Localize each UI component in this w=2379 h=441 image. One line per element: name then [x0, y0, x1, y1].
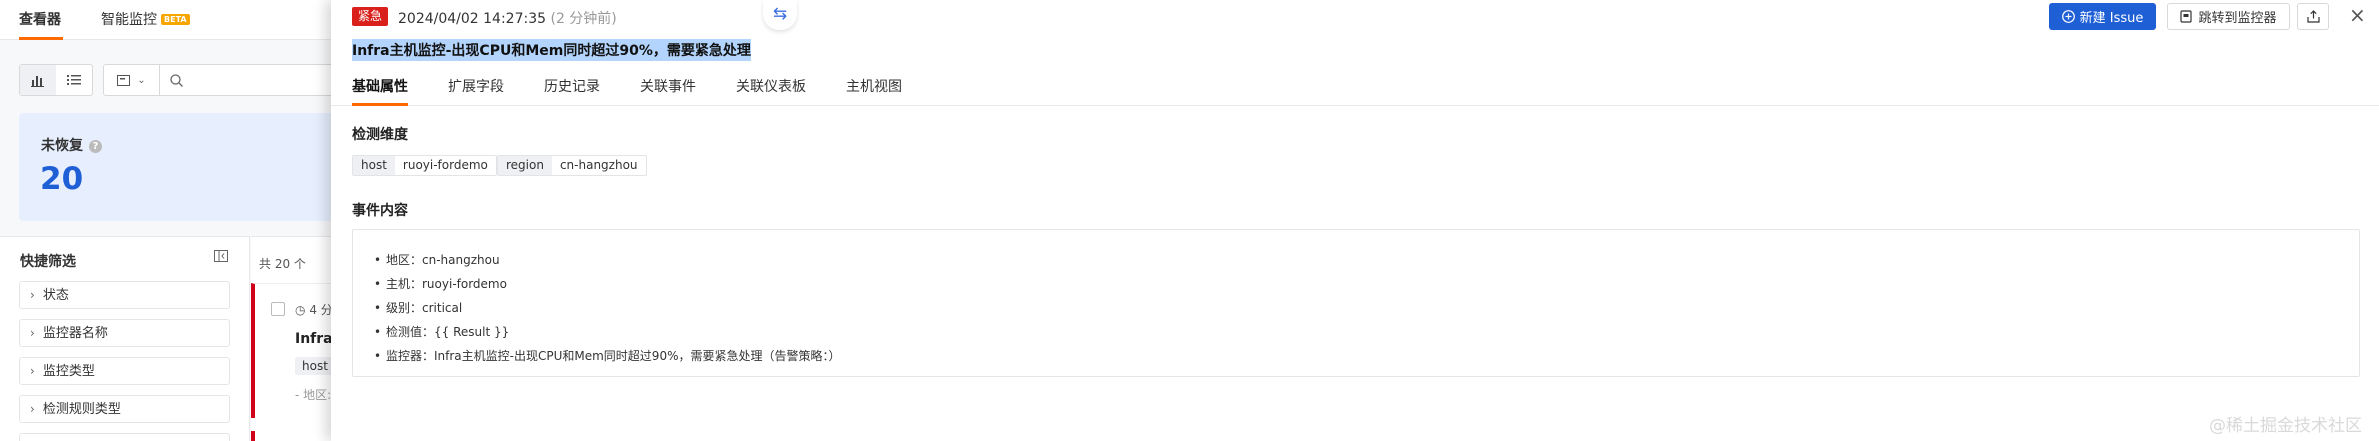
- unrecovered-label: 未恢复?: [41, 135, 102, 155]
- filter-item-label: 监控器名称: [42, 326, 108, 341]
- detail-tabs: 基础属性 扩展字段 历史记录 关联事件 关联仪表板 主机视图: [331, 68, 2379, 106]
- filter-item-label: 监控类型: [42, 364, 95, 379]
- swap-icon[interactable]: ⇆: [763, 0, 797, 30]
- chevron-right-icon: ›: [30, 326, 35, 340]
- dimension-value: ruoyi-fordemo: [402, 158, 488, 172]
- quick-filter-title: 快捷筛选: [20, 254, 76, 270]
- filter-item-label: 状态: [42, 288, 69, 303]
- chevron-right-icon: ›: [30, 364, 35, 378]
- filter-item-rule-type[interactable]: › 检测规则类型: [19, 395, 230, 423]
- share-export-icon[interactable]: [2297, 3, 2329, 30]
- beta-badge: BETA: [161, 14, 190, 25]
- unrecovered-text: 未恢复: [41, 138, 83, 154]
- plus-circle-icon: [2061, 10, 2075, 23]
- chevron-right-icon: ›: [30, 288, 35, 302]
- list-item: 检测值：{{ Result }}: [374, 324, 841, 348]
- event-summary: - 地区:: [295, 388, 332, 402]
- clock-icon: ◷: [295, 303, 306, 317]
- view-switch: [19, 64, 93, 96]
- new-issue-label: 新建 Issue: [2079, 11, 2144, 26]
- event-tag: host: [295, 357, 335, 375]
- tab-related-events[interactable]: 关联事件: [640, 76, 696, 96]
- dimension-value: cn-hangzhou: [559, 158, 638, 172]
- list-item: 监控器：Infra主机监控-出现CPU和Mem同时超过90%，需要紧急处理（告警…: [374, 348, 841, 372]
- help-icon[interactable]: ?: [89, 140, 102, 153]
- event-time-text: 4 分: [309, 303, 333, 317]
- chart-view-icon[interactable]: [20, 65, 56, 95]
- event-checkbox[interactable]: [271, 302, 285, 316]
- event-timestamp: 2024/04/02 14:27:35 (2 分钟前): [398, 8, 617, 28]
- list-item: 地区：cn-hangzhou: [374, 252, 841, 276]
- filter-dropdown[interactable]: ⌄: [104, 65, 160, 95]
- tab-related-dashboards[interactable]: 关联仪表板: [736, 76, 806, 96]
- filter-item-monitor-name[interactable]: › 监控器名称: [19, 319, 230, 347]
- list-view-icon[interactable]: [56, 65, 92, 95]
- active-tab-indicator: [352, 103, 408, 106]
- dimension-tag-host[interactable]: host ruoyi-fordemo: [352, 155, 497, 176]
- event-count: 共 20 个: [259, 257, 306, 271]
- top-tabs: 查看器 智能监控 BETA: [0, 0, 340, 40]
- tab-smart-monitor[interactable]: 智能监控 BETA: [101, 9, 190, 29]
- event-list: 共 20 个 ◷ 4 分 Infra主 host - 地区:: [251, 236, 347, 441]
- unrecovered-count: 20: [40, 161, 84, 197]
- dimension-tag-region[interactable]: region cn-hangzhou: [497, 155, 647, 176]
- chevron-right-icon: ›: [30, 402, 35, 416]
- dimensions-title: 检测维度: [352, 127, 408, 143]
- active-tab-indicator: [19, 37, 63, 40]
- event-time-value: 2024/04/02 14:27:35: [398, 11, 547, 27]
- jump-to-monitor-label: 跳转到监控器: [2198, 11, 2277, 26]
- close-icon[interactable]: ×: [2349, 3, 2366, 27]
- severity-badge: 紧急: [352, 7, 389, 26]
- list-item: 主机：ruoyi-fordemo: [374, 276, 841, 300]
- unrecovered-card[interactable]: 未恢复? 20: [19, 113, 340, 221]
- event-content-list: 地区：cn-hangzhou 主机：ruoyi-fordemo 级别：criti…: [374, 252, 841, 372]
- filter-item-label: 检测规则类型: [42, 402, 121, 417]
- dimension-key: host: [353, 156, 395, 175]
- filter-item-monitor-type[interactable]: › 监控类型: [19, 357, 230, 385]
- search-icon: [164, 65, 188, 95]
- tab-smart-monitor-label: 智能监控: [101, 12, 157, 28]
- tab-viewer[interactable]: 查看器: [19, 9, 61, 29]
- event-content-box: 地区：cn-hangzhou 主机：ruoyi-fordemo 级别：criti…: [352, 229, 2360, 377]
- new-issue-button[interactable]: 新建 Issue: [2049, 3, 2156, 30]
- monitor-icon: [2180, 10, 2193, 23]
- event-detail-drawer: 紧急 2024/04/02 14:27:35 (2 分钟前) ⇆ Infra主机…: [331, 0, 2379, 441]
- tab-host-view[interactable]: 主机视图: [846, 76, 902, 96]
- chevron-down-icon: ⌄: [137, 74, 146, 86]
- tab-history[interactable]: 历史记录: [544, 76, 600, 96]
- jump-to-monitor-button[interactable]: 跳转到监控器: [2167, 3, 2290, 30]
- filter-item-status[interactable]: › 状态: [19, 281, 230, 309]
- saved-filter-icon: [117, 74, 131, 86]
- dimension-key: region: [498, 156, 552, 175]
- tab-extended-fields[interactable]: 扩展字段: [448, 76, 504, 96]
- search-group: ⌄: [103, 64, 343, 96]
- event-title: Infra主机监控-出现CPU和Mem同时超过90%，需要紧急处理: [352, 39, 751, 61]
- event-time: ◷ 4 分: [295, 301, 333, 318]
- list-item: 级别：critical: [374, 300, 841, 324]
- event-card[interactable]: [251, 431, 341, 441]
- content-title: 事件内容: [352, 203, 408, 219]
- event-time-ago: (2 分钟前): [550, 11, 617, 27]
- watermark: @稀土掘金技术社区: [2209, 416, 2362, 436]
- collapse-panel-icon[interactable]: [214, 250, 228, 266]
- event-card[interactable]: ◷ 4 分 Infra主 host - 地区:: [251, 283, 347, 418]
- tab-basic-attributes[interactable]: 基础属性: [352, 76, 408, 96]
- viewer-toolbar: ⌄: [0, 60, 343, 100]
- filter-item-more[interactable]: [19, 433, 230, 441]
- quick-filter-panel: 快捷筛选 › 状态 › 监控器名称 › 监控类型 › 检测规则类型: [0, 236, 250, 441]
